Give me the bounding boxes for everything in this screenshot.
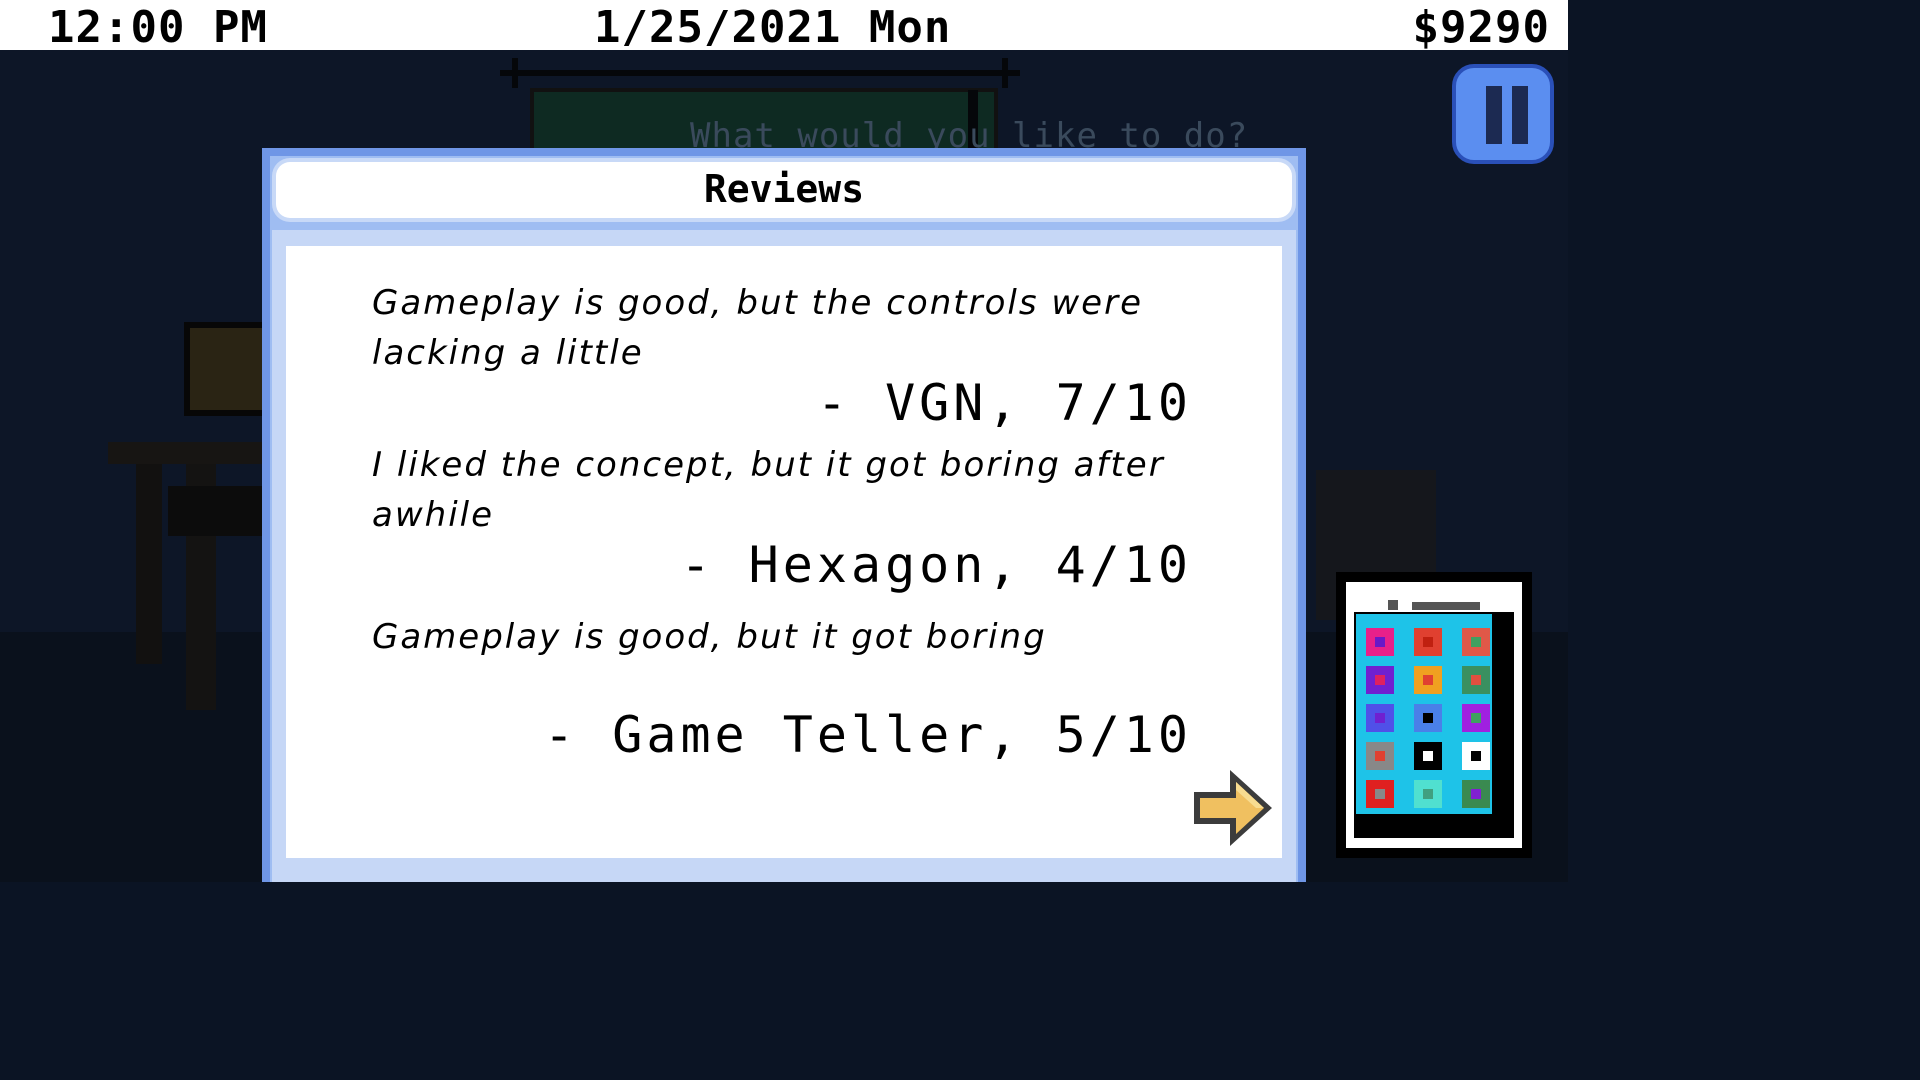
calendar-date: 1/25/2021 Mon bbox=[594, 2, 952, 53]
phone-app-icon bbox=[1462, 780, 1490, 808]
review-quote: Gameplay is good, but the controls were … bbox=[372, 283, 1143, 373]
review-quote: I liked the concept, but it got boring a… bbox=[372, 445, 1165, 535]
pause-icon-bar bbox=[1512, 86, 1528, 144]
phone-app-icon bbox=[1366, 704, 1394, 732]
next-arrow-icon bbox=[1194, 770, 1272, 846]
phone-app-icon bbox=[1366, 628, 1394, 656]
next-arrow-button[interactable] bbox=[1190, 766, 1276, 850]
review-source: - VGN, 7/10 bbox=[816, 374, 1192, 432]
phone-app-icon bbox=[1462, 628, 1490, 656]
tv-mount bbox=[500, 58, 1020, 88]
phone-app-icon bbox=[1414, 704, 1442, 732]
phone-screen bbox=[1356, 614, 1492, 814]
review-quote: Gameplay is good, but it got boring bbox=[372, 617, 1047, 657]
phone-button[interactable] bbox=[1336, 572, 1532, 858]
phone-app-icon bbox=[1366, 742, 1394, 770]
pause-icon bbox=[1486, 86, 1502, 144]
desk-leg bbox=[136, 464, 162, 664]
phone-app-icon bbox=[1462, 742, 1490, 770]
pause-button[interactable] bbox=[1452, 64, 1554, 164]
phone-app-icon bbox=[1462, 666, 1490, 694]
review-source: - Game Teller, 5/10 bbox=[544, 706, 1192, 764]
status-bar: 12:00 PM 1/25/2021 Mon $9290 bbox=[0, 0, 1568, 53]
keyboard bbox=[168, 486, 268, 536]
phone-app-icon bbox=[1462, 704, 1490, 732]
phone-app-icon bbox=[1414, 742, 1442, 770]
review-source: - Hexagon, 4/10 bbox=[680, 536, 1192, 594]
phone-speaker bbox=[1412, 602, 1480, 610]
phone-app-icon bbox=[1366, 780, 1394, 808]
phone-app-icon bbox=[1414, 666, 1442, 694]
phone-app-icon bbox=[1366, 666, 1394, 694]
dialog-title-bar: Reviews bbox=[276, 162, 1292, 218]
phone-camera bbox=[1388, 600, 1398, 610]
money-balance: $9290 bbox=[1412, 2, 1550, 53]
phone-app-icon bbox=[1414, 628, 1442, 656]
clock-time: 12:00 PM bbox=[48, 2, 268, 53]
phone-app-icon bbox=[1414, 780, 1442, 808]
desk bbox=[108, 442, 278, 464]
dialog-title: Reviews bbox=[703, 167, 865, 211]
